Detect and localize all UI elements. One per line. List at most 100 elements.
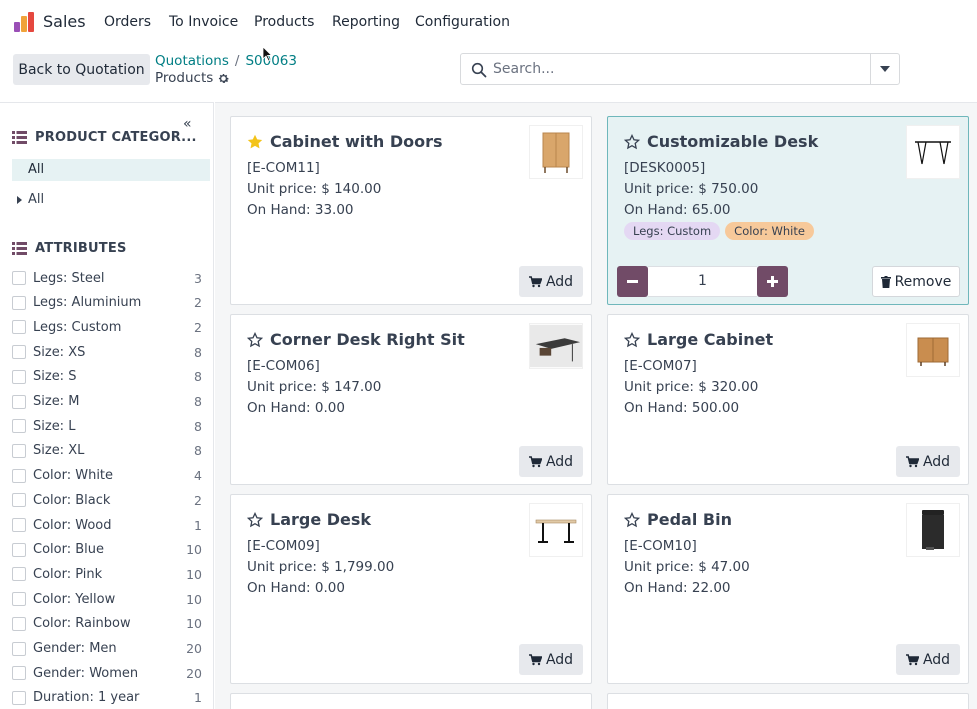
attribute-checkbox[interactable] (12, 690, 26, 705)
attribute-label[interactable]: Color: Black (33, 493, 194, 508)
breadcrumb-quotations[interactable]: Quotations (155, 53, 229, 69)
attribute-checkbox[interactable] (12, 542, 26, 557)
attribute-filter-row[interactable]: Color: Yellow 10 (12, 590, 202, 608)
attribute-checkbox[interactable] (12, 666, 26, 681)
menu-products[interactable]: Products (254, 14, 314, 30)
product-title: Pedal Bin (624, 510, 732, 529)
attribute-filter-row[interactable]: Gender: Men 20 (12, 640, 202, 658)
add-button[interactable]: Add (896, 644, 960, 675)
category-all-label[interactable]: All (28, 192, 44, 207)
attribute-checkbox[interactable] (12, 419, 26, 434)
attribute-checkbox[interactable] (12, 443, 26, 458)
product-card[interactable] (607, 693, 969, 709)
attribute-filter-row[interactable]: Size: XL 8 (12, 442, 202, 460)
attribute-checkbox[interactable] (12, 616, 26, 631)
caret-right-icon[interactable] (17, 195, 22, 204)
add-button[interactable]: Add (896, 446, 960, 477)
search-input[interactable] (493, 54, 868, 84)
large-cabinet-image (917, 337, 949, 366)
category-all-active[interactable]: All (12, 159, 210, 181)
attribute-label[interactable]: Size: XL (33, 443, 194, 458)
attribute-filter-row[interactable]: Legs: Aluminium 2 (12, 294, 202, 312)
add-button[interactable]: Add (519, 266, 583, 297)
attribute-label[interactable]: Color: Yellow (33, 592, 186, 607)
attribute-label[interactable]: Color: White (33, 468, 194, 483)
menu-reporting[interactable]: Reporting (332, 14, 400, 30)
product-card[interactable] (230, 693, 592, 709)
star-outline-icon[interactable] (624, 511, 640, 528)
attribute-label[interactable]: Color: Pink (33, 567, 186, 582)
attribute-checkbox[interactable] (12, 641, 26, 656)
attribute-label[interactable]: Color: Wood (33, 518, 194, 533)
menu-configuration[interactable]: Configuration (415, 14, 510, 30)
attribute-label[interactable]: Legs: Steel (33, 271, 194, 286)
attribute-label[interactable]: Color: Rainbow (33, 616, 186, 631)
attribute-filter-row[interactable]: Size: M8 (12, 393, 202, 411)
variant-tags: Legs: Custom Color: White (624, 222, 814, 240)
remove-button[interactable]: Remove (872, 266, 960, 297)
star-outline-icon[interactable] (624, 331, 640, 348)
product-image (529, 503, 583, 557)
attribute-label[interactable]: Size: XS (33, 345, 194, 360)
attribute-filter-row[interactable]: Color: Rainbow 10 (12, 615, 202, 633)
category-all[interactable]: All (17, 192, 44, 207)
product-card[interactable]: Pedal Bin [E-COM10] Unit price: $ 47.00 … (607, 494, 969, 684)
attribute-filter-row[interactable]: Size: L8 (12, 417, 202, 435)
attribute-filter-row[interactable]: Size: S8 (12, 368, 202, 386)
attribute-checkbox[interactable] (12, 345, 26, 360)
gear-icon[interactable] (217, 72, 230, 85)
add-button[interactable]: Add (519, 644, 583, 675)
star-filled-icon[interactable] (247, 134, 263, 150)
attribute-checkbox[interactable] (12, 592, 26, 607)
product-card[interactable]: Large Cabinet [E-COM07] Unit price: $ 32… (607, 314, 969, 485)
attribute-filter-row[interactable]: Gender: Women 20 (12, 664, 202, 682)
attribute-checkbox[interactable] (12, 518, 26, 532)
attribute-label[interactable]: Duration: 1 year (33, 690, 194, 705)
attribute-checkbox[interactable] (12, 567, 26, 582)
product-card[interactable]: Cabinet with Doors [E-COM11] Unit price:… (230, 116, 592, 305)
attribute-filter-row[interactable]: Color: Wood 1 (12, 516, 202, 534)
increase-quantity-button[interactable] (757, 266, 788, 297)
attribute-checkbox[interactable] (12, 295, 26, 310)
attribute-filter-row[interactable]: Duration: 1 year 1 (12, 689, 202, 707)
app-name[interactable]: Sales (43, 12, 86, 31)
menu-orders[interactable]: Orders (104, 14, 151, 30)
search-options-toggle[interactable] (870, 54, 899, 84)
star-outline-icon[interactable] (624, 133, 640, 150)
attribute-filter-row[interactable]: Color: White 4 (12, 467, 202, 485)
attribute-label[interactable]: Legs: Aluminium (33, 295, 194, 310)
attribute-filter-row[interactable]: Color: Black 2 (12, 491, 202, 509)
attribute-filter-row[interactable]: Legs: Custom 2 (12, 318, 202, 336)
add-button-label: Add (922, 453, 951, 470)
attribute-label[interactable]: Legs: Custom (33, 320, 194, 335)
attribute-label[interactable]: Color: Blue (33, 542, 186, 557)
attribute-filter-row[interactable]: Legs: Steel 3 (12, 269, 202, 287)
product-title: Large Cabinet (624, 330, 773, 349)
add-button[interactable]: Add (519, 446, 583, 477)
attribute-label[interactable]: Gender: Women (33, 666, 186, 681)
attribute-label[interactable]: Size: S (33, 369, 194, 384)
product-card-selected[interactable]: Customizable Desk [DESK0005] Unit price:… (607, 116, 969, 305)
attribute-checkbox[interactable] (12, 493, 26, 508)
quantity-value[interactable]: 1 (648, 266, 757, 297)
sales-app-icon[interactable] (12, 10, 36, 34)
back-to-quotation-button[interactable]: Back to Quotation (13, 54, 150, 85)
attribute-label[interactable]: Size: L (33, 419, 194, 434)
product-card[interactable]: Corner Desk Right Sit [E-COM06] Unit pri… (230, 314, 592, 485)
star-outline-icon[interactable] (247, 511, 263, 528)
attribute-checkbox[interactable] (12, 394, 26, 409)
attribute-filter-row[interactable]: Color: Blue 10 (12, 541, 202, 559)
attribute-checkbox[interactable] (12, 468, 26, 483)
search-bar (460, 53, 900, 85)
attribute-filter-row[interactable]: Size: XS 8 (12, 343, 202, 361)
menu-to-invoice[interactable]: To Invoice (169, 14, 238, 30)
attribute-checkbox[interactable] (12, 271, 26, 285)
decrease-quantity-button[interactable] (617, 266, 648, 297)
attribute-label[interactable]: Size: M (33, 394, 194, 409)
attribute-filter-row[interactable]: Color: Pink 10 (12, 565, 202, 583)
attribute-label[interactable]: Gender: Men (33, 641, 186, 656)
attribute-checkbox[interactable] (12, 369, 26, 384)
product-card[interactable]: Large Desk [E-COM09] Unit price: $ 1,799… (230, 494, 592, 684)
star-outline-icon[interactable] (247, 331, 263, 348)
attribute-checkbox[interactable] (12, 320, 26, 335)
